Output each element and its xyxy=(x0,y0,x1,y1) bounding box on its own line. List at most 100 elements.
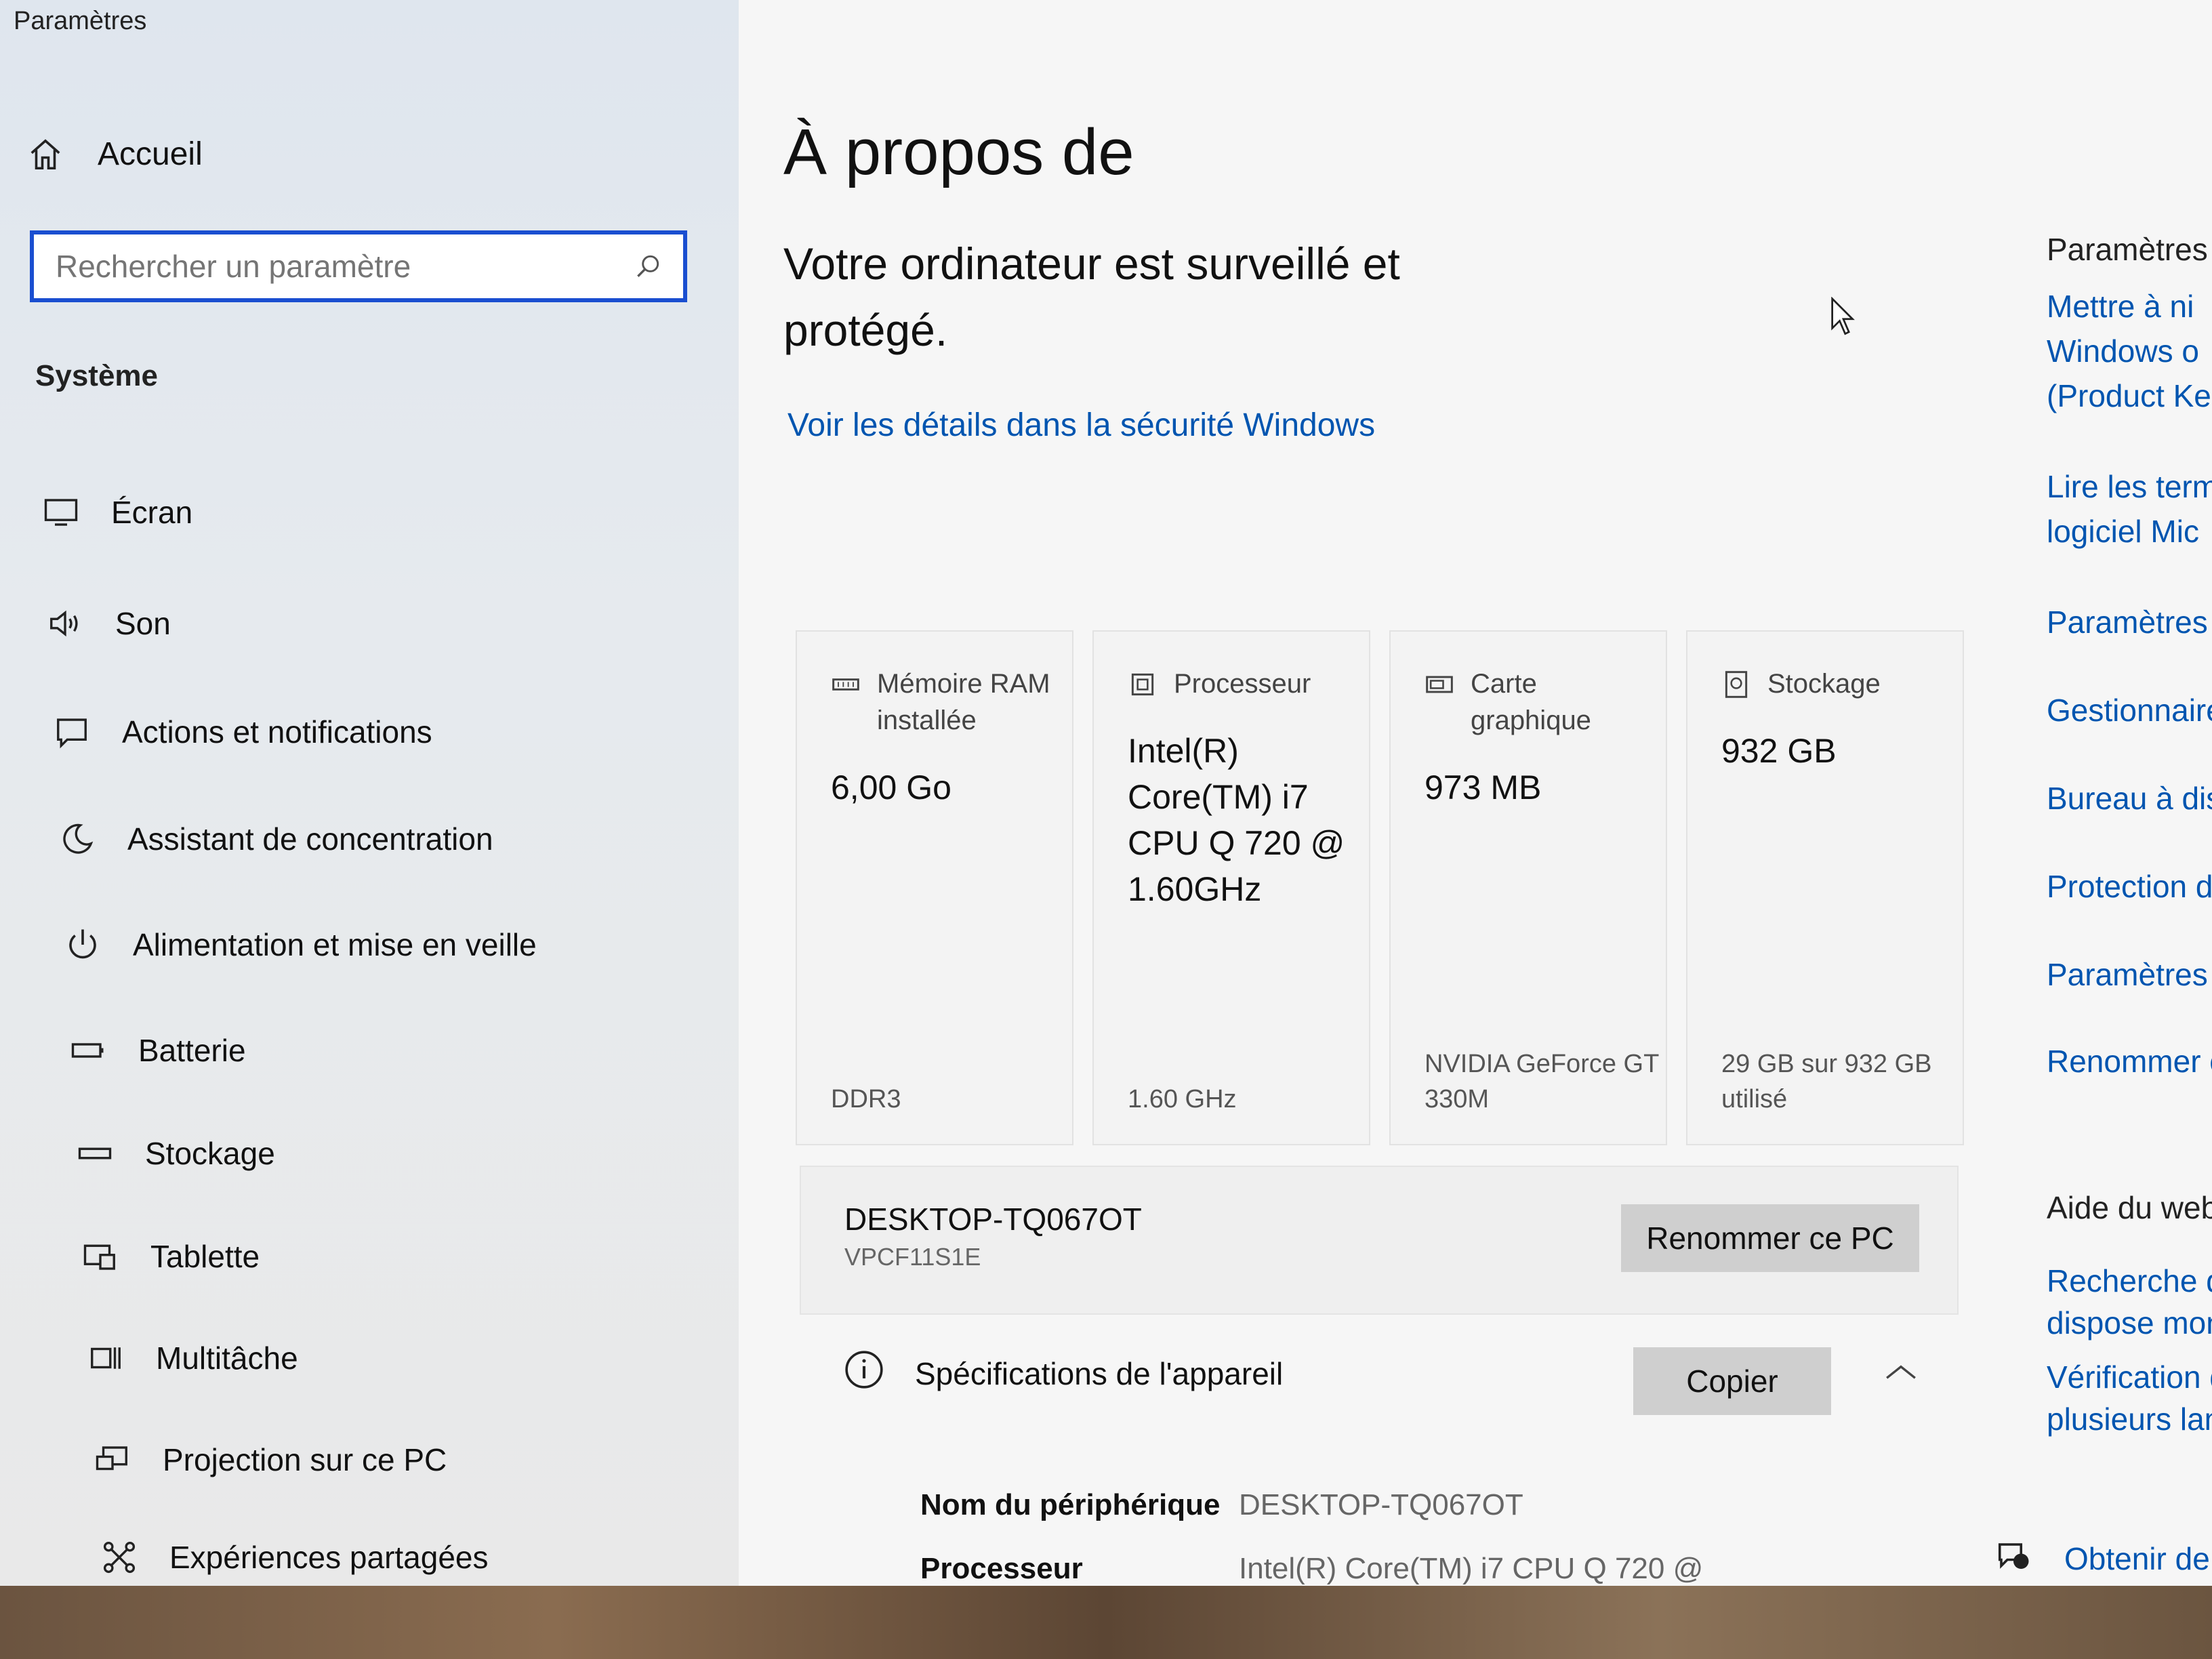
cpu-icon xyxy=(1131,673,1154,696)
sidebar-item-notifications[interactable]: Actions et notifications xyxy=(52,712,432,752)
copy-button[interactable]: Copier xyxy=(1633,1347,1831,1415)
sidebar-item-label: Tablette xyxy=(150,1239,260,1274)
mouse-cursor-icon xyxy=(1831,297,1855,335)
sidebar-item-label: Stockage xyxy=(145,1136,275,1171)
sidebar: Paramètres Accueil Système Écran Son Act… xyxy=(0,0,739,1586)
spec-key: Processeur xyxy=(920,1552,1083,1585)
search-icon[interactable] xyxy=(633,251,663,281)
chevron-up-icon[interactable] xyxy=(1884,1362,1918,1382)
info-icon xyxy=(845,1351,883,1389)
tablet-icon xyxy=(80,1236,121,1277)
related-link-update[interactable]: Mettre à ni xyxy=(2047,285,2194,328)
card-value: 6,00 Go xyxy=(831,769,951,806)
storage-icon xyxy=(75,1133,115,1174)
search-input[interactable] xyxy=(54,247,633,285)
web-link-search[interactable]: Recherche du r xyxy=(2047,1259,2212,1303)
search-box[interactable] xyxy=(30,230,687,302)
card-footer: NVIDIA GeForce GT 330M xyxy=(1425,1050,1659,1113)
gpu-card: Carte graphique 973 MB NVIDIA GeForce GT… xyxy=(1389,630,1667,1145)
related-link-rename[interactable]: Renommer ce xyxy=(2047,1040,2212,1083)
spec-key: Nom du périphérique xyxy=(920,1488,1221,1521)
card-footer: DDR3 xyxy=(831,1085,901,1113)
sidebar-item-battery[interactable]: Batterie xyxy=(68,1030,246,1071)
sidebar-item-shared[interactable]: Expériences partagées xyxy=(99,1537,489,1578)
sidebar-item-storage[interactable]: Stockage xyxy=(75,1133,275,1174)
sidebar-item-label: Batterie xyxy=(138,1033,246,1068)
sidebar-item-label: Multitâche xyxy=(156,1340,298,1376)
battery-icon xyxy=(68,1030,108,1071)
spec-row-processor: Processeur Intel(R) Core(TM) i7 CPU Q 720… xyxy=(920,1552,1703,1586)
sidebar-item-label: Actions et notifications xyxy=(122,714,432,750)
related-link-advanced[interactable]: Paramètres av xyxy=(2047,953,2212,996)
web-help-heading: Aide du web xyxy=(2047,1190,2212,1225)
web-link-languages-2[interactable]: plusieurs langu xyxy=(2047,1397,2212,1441)
cpu-card: Processeur Intel(R) Core(TM) i7 CPU Q 72… xyxy=(1092,630,1370,1145)
sidebar-item-label: Alimentation et mise en veille xyxy=(133,927,537,962)
section-title: Système xyxy=(35,359,159,392)
pc-name: DESKTOP-TQ067OT xyxy=(844,1202,1142,1237)
sidebar-item-label: Son xyxy=(115,606,171,641)
related-link-software[interactable]: logiciel Mic xyxy=(2047,510,2199,553)
sidebar-item-projection[interactable]: Projection sur ce PC xyxy=(92,1439,447,1480)
related-link-product-key[interactable]: (Product Ke xyxy=(2047,374,2211,417)
power-icon xyxy=(62,924,103,965)
sidebar-item-tablet[interactable]: Tablette xyxy=(80,1236,260,1277)
sidebar-item-label: Assistant de concentration xyxy=(127,821,493,857)
rename-pc-button[interactable]: Renommer ce PC xyxy=(1621,1204,1919,1272)
web-link-search-2[interactable]: dispose mon p xyxy=(2047,1301,2212,1345)
card-value: Intel(R) Core(TM) i7 CPU Q 720 @ 1.60GHz xyxy=(1128,732,1345,908)
notification-icon xyxy=(52,712,92,752)
help-chat-icon[interactable] xyxy=(1995,1538,2032,1575)
hardware-cards: Mémoire RAM installée 6,00 Go DDR3 Proce… xyxy=(796,630,1964,1145)
related-link-parameters[interactable]: Paramètres xyxy=(2047,600,2208,644)
device-specs-header[interactable]: Spécifications de l'appareil Copier xyxy=(800,1322,1959,1430)
pc-model: VPCF11S1E xyxy=(844,1243,981,1271)
sidebar-item-ecran[interactable]: Écran xyxy=(41,492,192,533)
storage-card: Stockage 932 GB 29 GB sur 932 GB utilisé xyxy=(1686,630,1964,1145)
pc-name-row: DESKTOP-TQ067OT VPCF11S1E Renommer ce PC xyxy=(800,1166,1959,1315)
settings-window: Paramètres Accueil Système Écran Son Act… xyxy=(0,0,2212,1586)
related-link-manager[interactable]: Gestionnaire xyxy=(2047,689,2212,732)
related-link-license[interactable]: Lire les term xyxy=(2047,465,2212,508)
card-footer: 1.60 GHz xyxy=(1128,1085,1237,1113)
sidebar-item-son[interactable]: Son xyxy=(45,603,171,644)
card-label: Carte graphique xyxy=(1471,669,1591,735)
ram-icon xyxy=(832,678,859,691)
get-help-link[interactable]: Obtenir de xyxy=(2064,1537,2210,1580)
sidebar-item-label: Expériences partagées xyxy=(169,1540,489,1575)
web-link-languages[interactable]: Vérification de l xyxy=(2047,1355,2212,1399)
speaker-icon xyxy=(45,603,85,644)
sidebar-item-label: Écran xyxy=(111,495,193,530)
card-label: Mémoire RAM installée xyxy=(877,669,1050,735)
security-details-link[interactable]: Voir les détails dans la sécurité Window… xyxy=(787,407,1375,444)
sidebar-item-power[interactable]: Alimentation et mise en veille xyxy=(62,924,537,965)
spec-row-device-name: Nom du périphérique DESKTOP-TQ067OT xyxy=(920,1488,1523,1522)
related-link-remote-desktop[interactable]: Bureau à dist xyxy=(2047,777,2212,820)
card-value: 973 MB xyxy=(1425,769,1542,806)
shared-icon xyxy=(99,1537,140,1578)
home-label: Accueil xyxy=(98,136,203,172)
card-label: Stockage xyxy=(1767,669,1881,699)
protection-status: Votre ordinateur est surveillé et protég… xyxy=(783,239,1400,355)
ram-card: Mémoire RAM installée 6,00 Go DDR3 xyxy=(796,630,1073,1145)
card-footer: 29 GB sur 932 GB utilisé xyxy=(1721,1050,1932,1113)
spec-value: DESKTOP-TQ067OT xyxy=(1239,1488,1523,1521)
moon-icon xyxy=(57,819,98,859)
gpu-icon xyxy=(1426,676,1453,693)
disk-icon xyxy=(1725,671,1748,698)
projection-icon xyxy=(92,1439,133,1480)
home-icon xyxy=(30,138,60,169)
related-settings-heading: Paramètres xyxy=(2047,232,2208,267)
desk-background xyxy=(0,1586,2212,1659)
card-value: 932 GB xyxy=(1721,732,1837,770)
related-link-windows[interactable]: Windows o xyxy=(2047,329,2199,373)
home-link[interactable]: Accueil xyxy=(27,136,203,173)
spec-value: Intel(R) Core(TM) i7 CPU Q 720 @ xyxy=(1239,1552,1704,1585)
multitask-icon xyxy=(85,1338,126,1378)
sidebar-item-label: Projection sur ce PC xyxy=(163,1442,447,1477)
card-label: Processeur xyxy=(1174,669,1311,699)
page-title: À propos de xyxy=(783,116,1134,188)
related-link-protection[interactable]: Protection du xyxy=(2047,865,2212,908)
sidebar-item-concentration[interactable]: Assistant de concentration xyxy=(57,819,493,859)
sidebar-item-multitask[interactable]: Multitâche xyxy=(85,1338,298,1378)
